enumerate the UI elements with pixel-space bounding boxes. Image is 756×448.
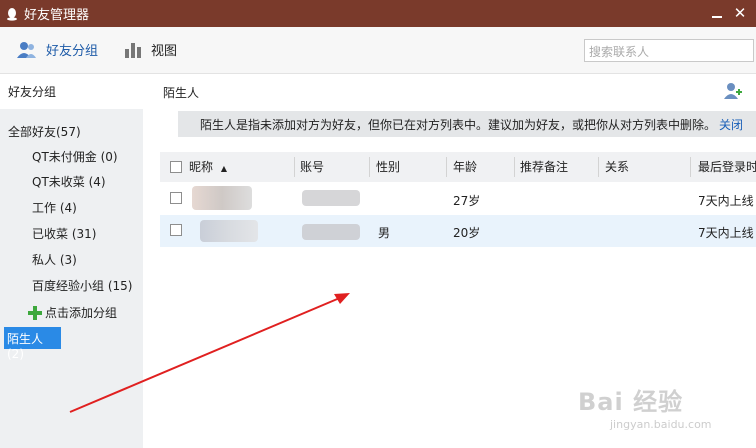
- friends-group-label: 好友分组: [46, 44, 99, 59]
- gender-value: 男: [378, 226, 391, 240]
- table-header: 昵称 ▲ 账号 性别 年龄 推荐备注 关系 最后登录时: [160, 152, 756, 182]
- table-row[interactable]: 男 20岁 7天内上线: [160, 215, 756, 247]
- column-header-gender[interactable]: 性别: [376, 158, 400, 175]
- minimize-icon[interactable]: [710, 6, 724, 20]
- sidebar-item-group[interactable]: 工作 (4): [32, 199, 77, 216]
- add-friend-icon[interactable]: [723, 81, 743, 101]
- close-icon[interactable]: ✕: [732, 5, 748, 21]
- add-group-label: 点击添加分组: [45, 306, 118, 320]
- column-header-account[interactable]: 账号: [300, 158, 324, 175]
- row-checkbox[interactable]: [170, 192, 182, 204]
- avatar: [192, 186, 252, 210]
- column-divider[interactable]: [514, 157, 515, 177]
- column-divider[interactable]: [598, 157, 599, 177]
- sidebar-item-all-friends[interactable]: 全部好友(57): [8, 123, 81, 140]
- toolbar: 好友分组 视图 搜索联系人: [0, 27, 756, 74]
- notice-text: 陌生人是指未添加对方为好友，但你已在对方列表中。建议加为好友，或把你从对方列表中…: [200, 118, 717, 132]
- view-tab[interactable]: 视图: [124, 40, 177, 59]
- bar-chart-icon: [125, 42, 141, 58]
- sidebar-item-group[interactable]: QT未付佣金 (0): [32, 148, 118, 165]
- baidu-watermark-logo: Bai 经验: [578, 388, 684, 416]
- sidebar-item-strangers[interactable]: 陌生人(2): [4, 327, 61, 361]
- select-all-checkbox[interactable]: [170, 161, 182, 173]
- column-divider[interactable]: [446, 157, 447, 177]
- age-value: 27岁: [453, 194, 481, 208]
- last-login-value: 7天内上线: [698, 226, 754, 240]
- last-login-value: 7天内上线: [698, 194, 754, 208]
- column-header-last-login[interactable]: 最后登录时: [698, 158, 756, 175]
- sidebar-header: 好友分组: [0, 75, 143, 109]
- column-header-label: 昵称: [189, 160, 214, 174]
- sidebar: 好友分组 全部好友(57) QT未付佣金 (0) QT未收菜 (4) 工作 (4…: [0, 75, 143, 448]
- add-group-button[interactable]: 点击添加分组: [28, 304, 117, 321]
- column-header-age[interactable]: 年龄: [453, 158, 477, 175]
- page-title: 陌生人: [163, 86, 200, 100]
- sort-asc-icon: ▲: [220, 164, 227, 173]
- column-header-note[interactable]: 推荐备注: [520, 158, 568, 175]
- window-title: 好友管理器: [24, 8, 90, 23]
- friend-manager-window: 好友管理器 ✕ 好友分组 视图 搜索联系人 好友分组 全部好友(57) QT未付…: [0, 0, 756, 448]
- baidu-watermark-url: jingyan.baidu.com: [610, 418, 712, 431]
- sidebar-item-group[interactable]: QT未收菜 (4): [32, 173, 106, 190]
- column-header-nickname[interactable]: 昵称 ▲: [189, 158, 227, 175]
- table-row[interactable]: 27岁 7天内上线: [160, 183, 756, 215]
- stranger-notice: 陌生人是指未添加对方为好友，但你已在对方列表中。建议加为好友，或把你从对方列表中…: [178, 111, 756, 137]
- title-bar: 好友管理器 ✕: [0, 0, 756, 27]
- qq-penguin-icon: [7, 7, 17, 21]
- age-value: 20岁: [453, 226, 481, 240]
- column-divider[interactable]: [294, 157, 295, 177]
- search-input[interactable]: 搜索联系人: [584, 39, 754, 62]
- friends-group-tab[interactable]: 好友分组: [17, 40, 98, 59]
- sidebar-item-group[interactable]: 百度经验小组 (15): [32, 277, 132, 294]
- column-divider[interactable]: [690, 157, 691, 177]
- notice-close-link[interactable]: 关闭: [719, 116, 743, 133]
- row-checkbox[interactable]: [170, 224, 182, 236]
- sidebar-item-group[interactable]: 已收菜 (31): [32, 225, 96, 242]
- sidebar-item-group[interactable]: 私人 (3): [32, 251, 77, 268]
- plus-icon: [28, 305, 42, 320]
- users-icon: [17, 41, 36, 58]
- account-value: [302, 224, 360, 240]
- column-divider[interactable]: [369, 157, 370, 177]
- view-label: 视图: [151, 44, 178, 59]
- account-value: [302, 190, 360, 206]
- avatar: [200, 220, 258, 242]
- column-header-relation[interactable]: 关系: [605, 158, 629, 175]
